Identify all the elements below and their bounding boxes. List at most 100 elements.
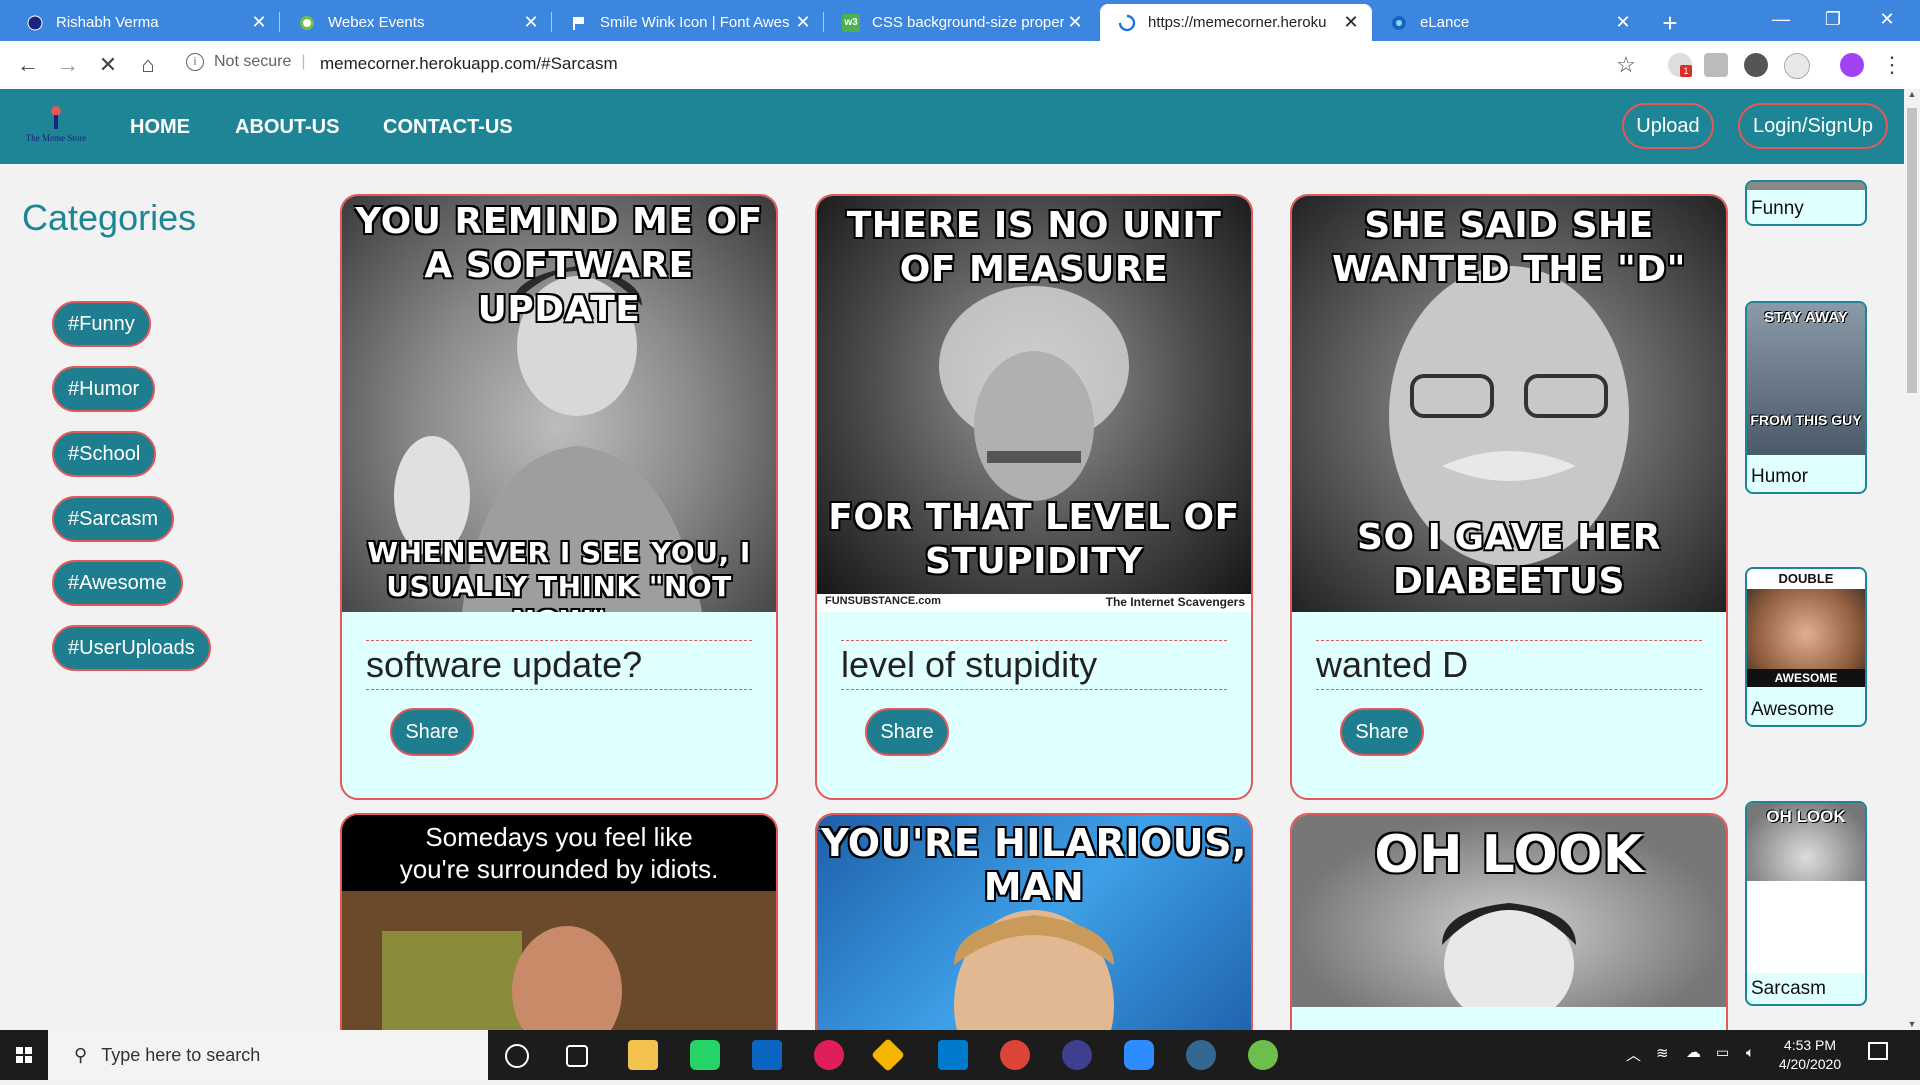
man-in-chair-graphic [342, 891, 776, 1051]
tab-title: Rishabh Verma [56, 14, 159, 31]
back-icon[interactable]: ← [14, 51, 42, 79]
meme-image[interactable]: YOU'RE HILARIOUS, MAN [817, 815, 1251, 1051]
info-icon: i [186, 53, 204, 71]
sidebar-thumb-awesome[interactable]: DOUBLE AWESOME Awesome [1745, 567, 1867, 727]
sidebar-thumb-sarcasm[interactable]: OH LOOK Sarcasm [1745, 801, 1867, 1006]
tray-chevron-icon[interactable]: ︿ [1626, 1044, 1641, 1065]
browser-tab[interactable]: Smile Wink Icon | Font Awes ✕ [552, 4, 824, 41]
site-info[interactable]: i Not secure | [186, 53, 306, 71]
whatsapp-icon[interactable] [690, 1040, 720, 1070]
tag-funny[interactable]: #Funny [52, 301, 151, 347]
bookmark-star-icon[interactable]: ☆ [1612, 51, 1640, 79]
watermark-right: The Internet Scavengers [1105, 595, 1245, 609]
thumb-image: OH LOOK [1747, 803, 1865, 881]
meme-top-text: OH LOOK [1374, 825, 1644, 885]
share-button[interactable]: Share [390, 708, 474, 756]
share-button[interactable]: Share [1340, 708, 1424, 756]
browser-tab[interactable]: eLance ✕ [1372, 4, 1644, 41]
browser-tab[interactable]: w3 CSS background-size proper ✕ [824, 4, 1096, 41]
tag-school[interactable]: #School [52, 431, 157, 477]
login-signup-button[interactable]: Login/SignUp [1738, 103, 1888, 149]
browser-tab-active[interactable]: https://memecorner.heroku ✕ [1100, 4, 1372, 41]
close-tab-icon[interactable]: ✕ [1612, 12, 1634, 33]
onedrive-error-icon[interactable]: ☁ [1686, 1043, 1701, 1061]
zoom-icon[interactable] [1124, 1040, 1154, 1070]
nav-contact-us[interactable]: CONTACT-US [383, 116, 513, 139]
upload-button[interactable]: Upload [1622, 103, 1714, 149]
forward-icon[interactable]: → [54, 51, 82, 79]
meme-top-text: YOU REMIND ME OF A SOFTWARE UPDATE [355, 201, 763, 330]
browser-tab[interactable]: Rishabh Verma ✕ [8, 4, 280, 41]
scrollbar-thumb[interactable] [1907, 108, 1917, 393]
tag-useruploads[interactable]: #UserUploads [52, 625, 211, 671]
postgresql-icon[interactable] [1186, 1040, 1216, 1070]
extension-shield-icon[interactable]: 1 [1668, 53, 1692, 77]
file-explorer-icon[interactable] [628, 1040, 658, 1070]
battery-icon[interactable]: ▭ [1716, 1044, 1729, 1061]
close-window-icon[interactable]: ✕ [1864, 4, 1910, 34]
action-center-icon[interactable] [1868, 1042, 1888, 1060]
site-logo[interactable]: The Meme Store [26, 101, 86, 153]
scroll-down-icon[interactable]: ▼ [1904, 1019, 1920, 1029]
git-icon[interactable] [871, 1038, 905, 1072]
sidebar-thumb-funny[interactable]: Funny [1745, 180, 1867, 226]
thumb-image-text: DOUBLE [1747, 569, 1865, 589]
watermark-strip: FUNSUBSTANCE.com The Internet Scavengers [817, 594, 1251, 612]
new-tab-button[interactable]: + [1655, 8, 1685, 39]
chrome-icon[interactable] [1000, 1040, 1030, 1070]
home-icon[interactable]: ⌂ [134, 51, 162, 79]
share-button[interactable]: Share [865, 708, 949, 756]
extension-icon[interactable] [1784, 53, 1810, 79]
eclipse-icon[interactable] [1062, 1040, 1092, 1070]
extension-icon[interactable] [1744, 53, 1768, 77]
profile-avatar-icon[interactable] [1840, 53, 1864, 77]
linkedin-icon[interactable] [752, 1040, 782, 1070]
close-tab-icon[interactable]: ✕ [792, 12, 814, 33]
taskbar-clock[interactable]: 4:53 PM 4/20/2020 [1770, 1036, 1850, 1074]
sidebar-thumb-humor[interactable]: STAY AWAY FROM THIS GUY Humor [1745, 301, 1867, 494]
tag-sarcasm[interactable]: #Sarcasm [52, 496, 175, 542]
close-tab-icon[interactable]: ✕ [1064, 12, 1086, 33]
url-input[interactable]: memecorner.herokuapp.com/#Sarcasm [320, 54, 618, 74]
meme-image[interactable]: OH LOOK [1292, 815, 1726, 1007]
stop-loading-icon[interactable]: ✕ [94, 51, 122, 79]
meme-image[interactable]: YOU REMIND ME OF A SOFTWARE UPDATE WHENE… [342, 196, 776, 612]
meme-card: THERE IS NO UNIT OF MEASURE FOR THAT LEV… [815, 194, 1253, 800]
vscode-icon[interactable] [938, 1040, 968, 1070]
close-tab-icon[interactable]: ✕ [1340, 12, 1362, 33]
meme-card: OH LOOK [1290, 813, 1728, 1053]
maximize-icon[interactable]: ❐ [1810, 4, 1856, 34]
tab-title: https://memecorner.heroku [1148, 14, 1327, 31]
globe-icon [26, 14, 44, 32]
slack-icon[interactable] [814, 1040, 844, 1070]
extension-icon[interactable] [1704, 53, 1728, 77]
volume-icon[interactable]: 🔈︎ [1746, 1044, 1754, 1061]
meme-bottom-text: SO I GAVE HER DIABEETUS [1357, 517, 1661, 602]
taskbar-search[interactable]: ⚲ Type here to search [48, 1030, 488, 1080]
browser-tab[interactable]: Webex Events ✕ [280, 4, 552, 41]
nav-about-us[interactable]: ABOUT-US [235, 116, 339, 139]
meme-image[interactable]: THERE IS NO UNIT OF MEASURE FOR THAT LEV… [817, 196, 1251, 612]
minimize-icon[interactable]: — [1758, 4, 1804, 34]
meme-card: SHE SAID SHE WANTED THE "D" SO I GAVE HE… [1290, 194, 1728, 800]
tag-humor[interactable]: #Humor [52, 366, 156, 412]
menu-dots-icon[interactable]: ⋮ [1878, 51, 1906, 79]
windows-start-icon[interactable] [0, 1030, 48, 1080]
webex-taskbar-icon[interactable] [1248, 1040, 1278, 1070]
wifi-icon[interactable]: ≋ [1656, 1044, 1669, 1062]
close-tab-icon[interactable]: ✕ [520, 12, 542, 33]
meme-image[interactable]: SHE SAID SHE WANTED THE "D" SO I GAVE HE… [1292, 196, 1726, 612]
close-tab-icon[interactable]: ✕ [248, 12, 270, 33]
search-placeholder: Type here to search [101, 1044, 261, 1065]
meme-card: YOU REMIND ME OF A SOFTWARE UPDATE WHENE… [340, 194, 778, 800]
browser-tab-bar: Rishabh Verma ✕ Webex Events ✕ Smile Win… [0, 0, 1920, 41]
clock-time: 4:53 PM [1783, 1037, 1837, 1053]
task-view-icon[interactable] [566, 1045, 588, 1067]
meme-image[interactable]: Somedays you feel like you're surrounded… [342, 815, 776, 1051]
scroll-up-icon[interactable]: ▲ [1904, 89, 1920, 99]
search-icon: ⚲ [74, 1044, 88, 1065]
cortana-icon[interactable] [505, 1044, 529, 1068]
nav-home[interactable]: HOME [130, 116, 190, 139]
meme-caption: wanted D [1316, 640, 1702, 690]
tag-awesome[interactable]: #Awesome [52, 560, 183, 606]
